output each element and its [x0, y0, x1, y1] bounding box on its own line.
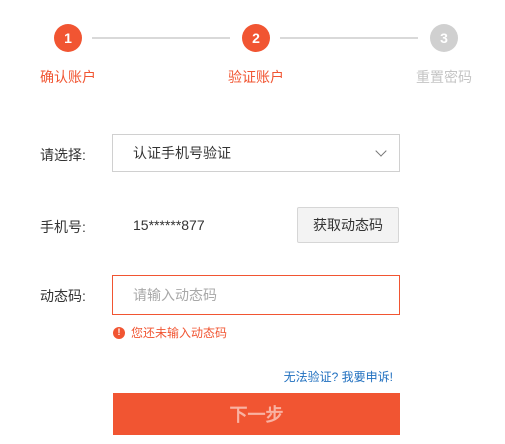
error-icon: ! — [113, 326, 125, 339]
code-label: 动态码: — [40, 288, 86, 304]
chevron-down-icon — [375, 145, 387, 157]
step-connector-2 — [280, 37, 418, 39]
verify-method-label: 请选择: — [40, 147, 86, 163]
get-code-button[interactable]: 获取动态码 — [297, 207, 399, 243]
verify-method-select[interactable]: 认证手机号验证 — [112, 134, 400, 172]
next-button[interactable]: 下一步 — [113, 393, 400, 435]
code-input[interactable] — [112, 275, 400, 315]
code-error: ! 您还未输入动态码 — [113, 324, 227, 341]
step-2-label: 验证账户 — [228, 69, 284, 85]
code-error-text: 您还未输入动态码 — [131, 326, 228, 340]
step-1-label: 确认账户 — [40, 69, 96, 85]
appeal-link[interactable]: 无法验证? 我要申诉! — [284, 368, 393, 385]
phone-number-value: 15******877 — [133, 217, 205, 233]
step-connector-1 — [92, 37, 230, 39]
step-2-circle: 2 — [242, 24, 270, 52]
verify-method-value: 认证手机号验证 — [133, 145, 231, 161]
step-3-label: 重置密码 — [416, 69, 472, 85]
step-1-circle: 1 — [54, 24, 82, 52]
phone-label: 手机号: — [40, 219, 86, 235]
step-3-circle: 3 — [430, 24, 458, 52]
